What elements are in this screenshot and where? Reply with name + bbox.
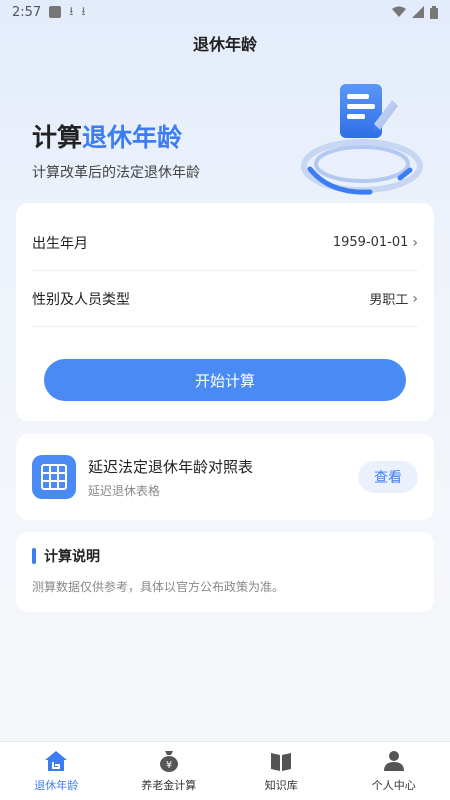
status-time: 2:57 [12, 4, 42, 20]
calculation-form-card: 出生年月 1959-01-01 › 性别及人员类型 男职工 › 开始计算 [16, 203, 434, 421]
bottom-tab-bar: 退休年龄 ¥ 养老金计算 知识库 个人中心 [0, 741, 450, 800]
note-accent-bar [32, 548, 36, 564]
view-table-button[interactable]: 查看 [358, 461, 418, 493]
svg-text:¥: ¥ [166, 760, 172, 771]
download-icon: ⭳ [69, 3, 74, 18]
tab-knowledge[interactable]: 知识库 [225, 742, 338, 800]
person-type-value-wrap: 男职工 › [369, 289, 418, 309]
hero-title-prefix: 计算 [32, 123, 83, 152]
start-calculation-button[interactable]: 开始计算 [44, 359, 406, 401]
notification-icon [49, 6, 62, 18]
page-title: 退休年龄 [192, 35, 257, 54]
note-title: 计算说明 [44, 549, 100, 565]
download-icon-2: ⭳ [81, 3, 86, 18]
birth-date-value: 1959-01-01 [332, 235, 409, 250]
table-grid-icon [32, 455, 76, 499]
delay-table-title: 延迟法定退休年龄对照表 [88, 458, 254, 476]
delay-table-subtitle: 延迟退休表格 [88, 484, 161, 498]
delay-table-card[interactable]: 延迟法定退休年龄对照表 延迟退休表格 查看 [16, 434, 434, 520]
tab-label: 个人中心 [371, 779, 416, 792]
chevron-right-icon: › [412, 290, 418, 307]
birth-date-value-wrap: 1959-01-01 › [333, 235, 418, 251]
tab-label: 知识库 [264, 779, 298, 792]
birth-date-row[interactable]: 出生年月 1959-01-01 › [32, 215, 418, 271]
hero-title-accent: 退休年龄 [82, 123, 183, 152]
note-text: 测算数据仅供参考，具体以官方公布政策为准。 [32, 580, 285, 594]
battery-icon [430, 5, 438, 19]
house-icon [45, 751, 68, 771]
calculation-note-card: 计算说明 测算数据仅供参考，具体以官方公布政策为准。 [16, 532, 434, 612]
signal-icon [412, 6, 424, 18]
wifi-icon [392, 6, 406, 17]
hero-title: 计算退休年龄 [32, 118, 182, 154]
tab-label: 退休年龄 [34, 779, 79, 792]
person-type-row[interactable]: 性别及人员类型 男职工 › [32, 271, 418, 327]
book-icon [271, 753, 292, 771]
money-bag-icon: ¥ [159, 751, 178, 772]
tab-pension-calc[interactable]: ¥ 养老金计算 [113, 742, 226, 800]
person-type-label: 性别及人员类型 [32, 291, 130, 308]
calculator-illustration-icon [301, 84, 423, 195]
tab-retirement-age[interactable]: 退休年龄 [0, 742, 113, 800]
chevron-right-icon: › [412, 234, 418, 251]
tab-profile[interactable]: 个人中心 [338, 742, 450, 800]
person-icon [383, 751, 404, 771]
tab-label: 养老金计算 [141, 779, 197, 792]
birth-date-label: 出生年月 [32, 235, 88, 252]
hero-subtitle: 计算改革后的法定退休年龄 [32, 165, 200, 181]
status-bar: 2:57 ⭳ ⭳ [0, 0, 450, 24]
person-type-value: 男职工 [369, 293, 409, 308]
